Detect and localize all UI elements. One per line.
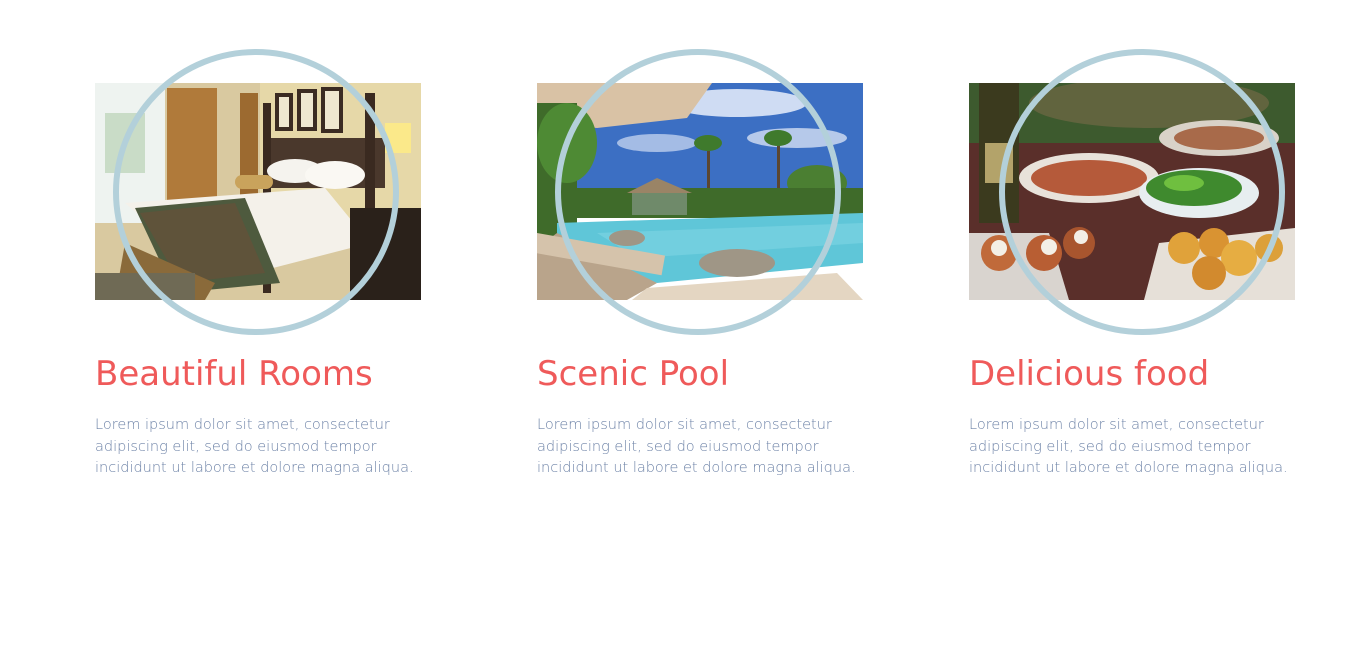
feature-card-rooms: Beautiful Rooms Lorem ipsum dolor sit am… bbox=[95, 0, 435, 650]
feature-title: Delicious food bbox=[969, 354, 1210, 394]
feature-description: Lorem ipsum dolor sit amet, consectetur … bbox=[537, 417, 856, 476]
feature-card-food: Delicious food Lorem ipsum dolor sit ame… bbox=[969, 0, 1309, 650]
feature-description: Lorem ipsum dolor sit amet, consectetur … bbox=[95, 417, 414, 476]
features-section: Beautiful Rooms Lorem ipsum dolor sit am… bbox=[0, 0, 1350, 650]
feature-title: Beautiful Rooms bbox=[95, 354, 373, 394]
feature-card-pool: Scenic Pool Lorem ipsum dolor sit amet, … bbox=[537, 0, 877, 650]
decorative-ring bbox=[113, 49, 399, 335]
decorative-ring bbox=[555, 49, 841, 335]
feature-title: Scenic Pool bbox=[537, 354, 730, 394]
decorative-ring bbox=[999, 49, 1285, 335]
feature-description: Lorem ipsum dolor sit amet, consectetur … bbox=[969, 417, 1288, 476]
